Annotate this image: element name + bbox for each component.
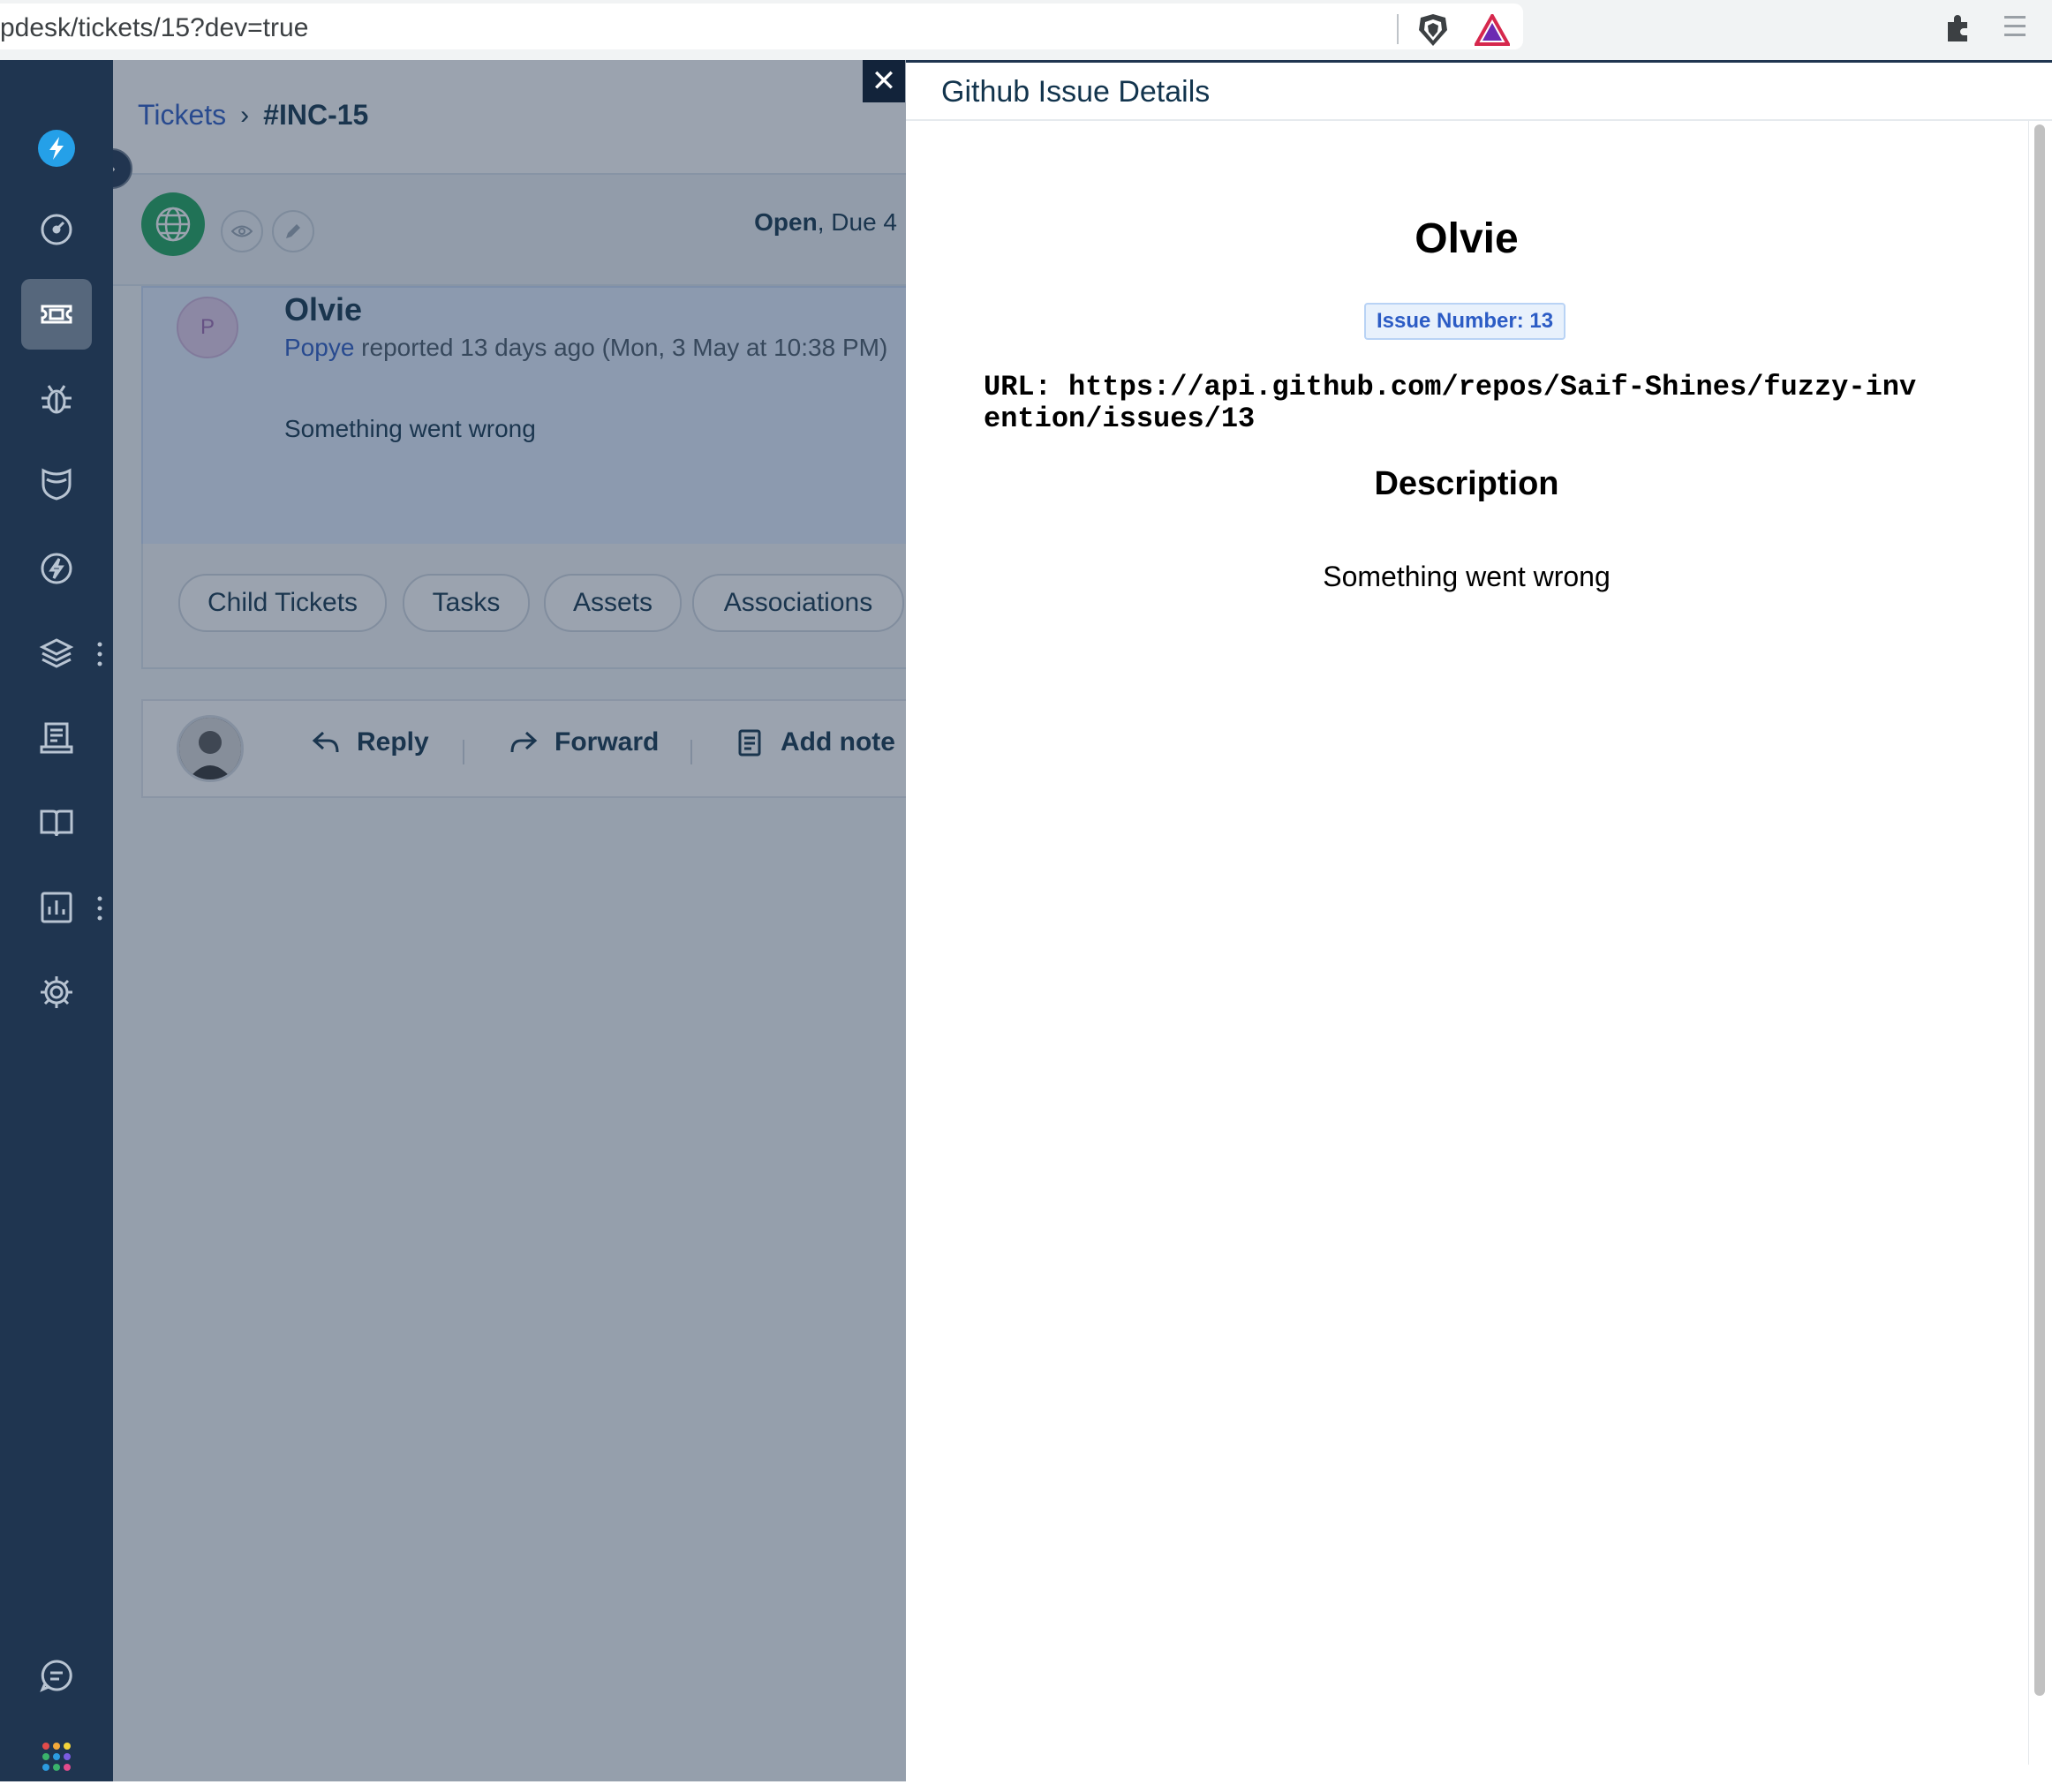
contracts-icon[interactable]	[21, 703, 92, 773]
browser-toolbar: pdesk/tickets/15?dev=true	[0, 0, 2052, 61]
solutions-icon[interactable]	[21, 787, 92, 858]
close-drawer-button[interactable]: ✕	[863, 60, 905, 102]
address-separator	[1397, 14, 1399, 44]
assets-more-icon[interactable]	[95, 641, 104, 667]
left-sidebar	[0, 60, 113, 1781]
admin-icon[interactable]	[21, 957, 92, 1028]
description-heading: Description	[1374, 465, 1559, 502]
issue-title: Olvie	[1415, 215, 1519, 262]
modal-backdrop[interactable]	[113, 60, 906, 1781]
dashboard-icon[interactable]	[21, 194, 92, 265]
issue-url: URL: https://api.github.com/repos/Saif-S…	[984, 371, 1917, 435]
github-issue-drawer: Github Issue Details Olvie Issue Number:…	[906, 60, 2052, 1784]
menu-icon[interactable]	[2003, 12, 2027, 41]
analytics-icon[interactable]	[21, 872, 92, 943]
issue-description: Something went wrong	[1323, 561, 1611, 592]
tickets-icon[interactable]	[21, 279, 92, 350]
url-text: pdesk/tickets/15?dev=true	[0, 13, 309, 42]
issue-number-badge: Issue Number: 13	[1364, 303, 1566, 340]
drawer-scrollbar[interactable]	[2034, 124, 2045, 1696]
apps-icon[interactable]	[21, 1721, 92, 1792]
address-bar[interactable]: pdesk/tickets/15?dev=true	[0, 4, 1523, 49]
releases-icon[interactable]	[21, 533, 92, 604]
brave-shield-icon[interactable]	[1416, 12, 1450, 48]
drawer-divider	[2028, 121, 2029, 1765]
problems-icon[interactable]	[21, 364, 92, 434]
drawer-header: Github Issue Details	[906, 63, 2052, 121]
logo-icon[interactable]	[21, 113, 92, 184]
changes-icon[interactable]	[21, 448, 92, 519]
chat-icon[interactable]	[21, 1640, 92, 1711]
assets-icon[interactable]	[21, 618, 92, 689]
analytics-more-icon[interactable]	[95, 895, 104, 922]
drawer-title: Github Issue Details	[941, 75, 1211, 109]
brave-rewards-icon[interactable]	[1475, 14, 1510, 46]
extensions-icon[interactable]	[1943, 11, 1974, 43]
